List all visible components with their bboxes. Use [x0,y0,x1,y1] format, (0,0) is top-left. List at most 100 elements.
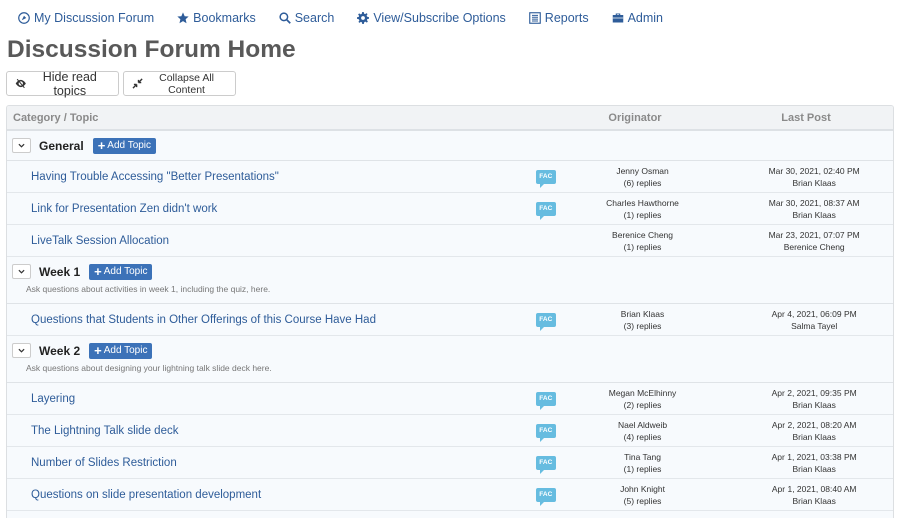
topic-link[interactable]: Number of Slides Restriction [7,457,536,469]
nav-label: Bookmarks [193,11,256,25]
last-post-date: Apr 1, 2021, 03:38 PM [771,451,857,462]
table-row: Number of Slides Restriction FAC Tina Tang… [7,447,893,479]
topic-link[interactable]: Layering [7,393,536,405]
nav-search[interactable]: Search [279,11,334,25]
nav-my-discussion-forum[interactable]: My Discussion Forum [18,11,154,25]
originator-name: Megan McElhinny [608,387,677,398]
category-name: Week 2 [39,343,81,358]
topic-link[interactable]: The Lightning Talk slide deck [7,425,536,437]
search-icon [279,12,291,24]
reply-count: (1) replies [623,209,662,220]
nav-admin[interactable]: Admin [612,11,663,25]
hide-read-topics-button[interactable]: Hide read topics [6,70,119,98]
category-description: Ask questions about designing your light… [26,363,272,373]
fac-cell: FAC [535,312,568,331]
nav-label: Reports [544,11,589,25]
chevron-down-icon [18,143,25,148]
column-header-last-post: Last Post [781,111,831,124]
last-post-date: Apr 1, 2021, 08:40 AM [771,483,857,494]
topic-link[interactable]: LiveTalk Session Allocation [7,235,536,247]
originator-name: Berenice Cheng [612,229,674,240]
category-header: Week 2 + Add Topic [7,336,893,365]
fac-cell: FAC [535,391,568,410]
topic-link[interactable]: Questions that Students in Other Offerin… [7,314,536,326]
forum-icon [18,12,30,24]
last-post-cell: Apr 2, 2021, 09:35 PM Brian Klaas [735,387,893,411]
chevron-down-icon [18,269,25,274]
category-list: General + Add Topic Having Trouble Accessin… [7,131,893,511]
table-row: LiveTalk Session Allocation Berenice Chen… [7,225,893,257]
last-post-date: Mar 23, 2021, 07:07 PM [768,229,860,240]
add-topic-button[interactable]: + Add Topic [89,263,153,280]
fac-cell: FAC [535,487,568,506]
reply-count: (5) replies [623,495,662,506]
table-row: Layering FAC Megan McElhinny (2) replies Apr… [7,383,893,415]
faculty-badge-icon: FAC [535,455,556,474]
fac-cell: FAC [535,423,568,442]
originator-name: Brian Klaas [620,308,665,319]
last-post-author: Brian Klaas [792,399,836,410]
category-header: General + Add Topic [7,131,893,160]
category-name: General [39,138,84,153]
table-row: The Lightning Talk slide deck FAC Nael Ald… [7,415,893,447]
topic-link[interactable]: Questions on slide presentation developm… [7,489,536,501]
fac-cell: FAC [535,201,568,220]
reply-count: (3) replies [623,320,662,331]
add-topic-button[interactable]: + Add Topic [89,342,153,359]
collapse-toggle[interactable] [12,343,31,358]
collapse-all-content-label: Collapse All Content [159,71,214,96]
nav-view-subscribe-options[interactable]: View/Subscribe Options [357,11,506,25]
category-week-1: Week 1 + Add Topic Ask questions about acti… [7,257,893,304]
plus-icon: + [94,263,102,279]
last-post-date: Apr 2, 2021, 09:35 PM [771,387,857,398]
reply-count: (1) replies [623,463,662,474]
briefcase-icon [612,13,623,23]
plus-icon: + [94,342,102,358]
last-post-author: Brian Klaas [792,209,836,220]
forum-table: Category / Topic Originator Last Post Ge… [6,105,894,518]
faculty-badge-icon: FAC [535,487,556,506]
top-navigation: My Discussion Forum Bookmarks Search Vie… [0,0,900,36]
list-icon [528,12,541,24]
nav-bookmarks[interactable]: Bookmarks [177,11,256,25]
originator-cell: Jenny Osman (6) replies [568,165,718,189]
collapse-all-content-button[interactable]: Collapse All Content [123,71,236,96]
originator-cell: Brian Klaas (3) replies [568,308,718,332]
plus-icon: + [97,137,106,153]
last-post-cell: Apr 2, 2021, 08:20 AM Brian Klaas [735,419,893,443]
last-post-date: Mar 30, 2021, 08:37 AM [768,197,860,208]
category-description: Ask questions about activities in week 1… [26,284,271,294]
gear-icon [357,12,370,24]
topic-link[interactable]: Having Trouble Accessing "Better Present… [7,171,536,183]
faculty-badge-icon: FAC [535,423,556,442]
collapse-toggle[interactable] [12,138,31,153]
topic-link[interactable]: Link for Presentation Zen didn't work [7,203,536,215]
faculty-badge-icon: FAC [535,201,556,220]
collapse-toggle[interactable] [12,264,31,279]
nav-reports[interactable]: Reports [528,11,589,25]
last-post-cell: Apr 4, 2021, 06:09 PM Salma Tayel [735,308,893,332]
last-post-cell: Mar 30, 2021, 08:37 AM Brian Klaas [735,197,893,221]
add-topic-button[interactable]: + Add Topic [92,137,157,154]
table-header: Category / Topic Originator Last Post [7,106,893,131]
originator-name: John Knight [620,483,665,494]
last-post-cell: Mar 30, 2021, 02:40 PM Brian Klaas [735,165,893,189]
originator-cell: John Knight (5) replies [568,483,718,507]
chevron-down-icon [18,348,25,353]
last-post-date: Apr 2, 2021, 08:20 AM [771,419,857,430]
last-post-author: Brian Klaas [792,495,836,506]
originator-name: Charles Hawthorne [606,197,679,208]
faculty-badge-icon: FAC [535,391,556,410]
faculty-badge-icon: FAC [535,169,556,188]
reply-count: (6) replies [623,177,662,188]
originator-cell: Charles Hawthorne (1) replies [568,197,718,221]
nav-label: View/Subscribe Options [373,11,506,25]
column-header-originator: Originator [608,111,662,124]
last-post-cell: Apr 1, 2021, 03:38 PM Brian Klaas [735,451,893,475]
last-post-author: Brian Klaas [792,463,836,474]
add-topic-label: Add Topic [103,345,148,356]
add-topic-label: Add Topic [107,140,152,151]
originator-name: Tina Tang [624,451,661,462]
compress-icon [132,78,143,89]
table-row: Questions on slide presentation developm… [7,479,893,511]
